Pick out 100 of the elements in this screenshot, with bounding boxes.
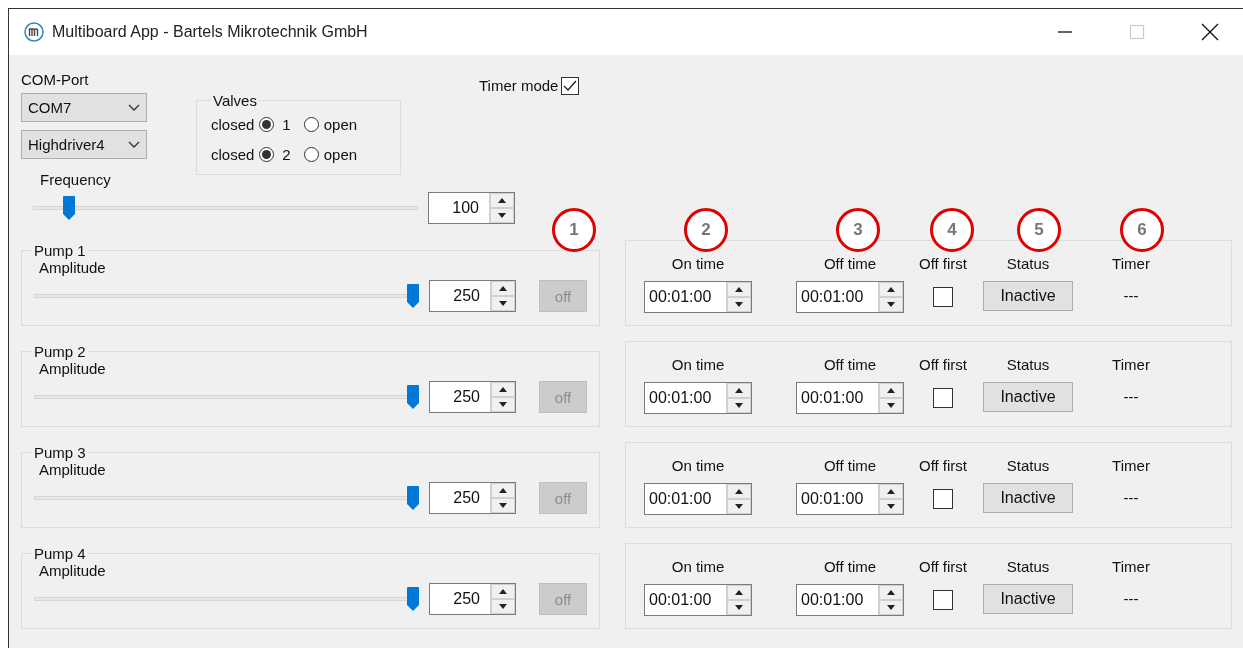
amplitude-label: Amplitude: [39, 562, 107, 581]
spin-up-button[interactable]: [879, 585, 903, 600]
spin-down-button[interactable]: [727, 499, 751, 514]
time-field[interactable]: 00:01:00: [644, 584, 752, 616]
spin-up-button[interactable]: [491, 483, 515, 498]
chevron-icon: [128, 103, 140, 112]
spin-down-button[interactable]: [879, 398, 903, 413]
off-first-checkbox[interactable]: [933, 287, 953, 307]
spin-down-button[interactable]: [879, 297, 903, 312]
number-field[interactable]: 250: [429, 280, 516, 312]
spin-up-button[interactable]: [727, 484, 751, 499]
off-first-checkbox[interactable]: [933, 489, 953, 509]
spin-down-button[interactable]: [879, 499, 903, 514]
spin-down-button[interactable]: [727, 297, 751, 312]
slider[interactable]: [33, 196, 418, 220]
group-label: Pump 2: [33, 343, 87, 360]
time-field[interactable]: 00:01:00: [644, 483, 752, 515]
time-field[interactable]: 00:01:00: [796, 483, 904, 515]
spin-down-button[interactable]: [727, 398, 751, 413]
spin-down-button[interactable]: [490, 208, 514, 223]
time-field[interactable]: 00:01:00: [796, 584, 904, 616]
driver-dropdown[interactable]: Highdriver4: [21, 130, 147, 159]
spin-down-button[interactable]: [727, 600, 751, 615]
spin-up-button[interactable]: [727, 585, 751, 600]
timer-mode-checkbox[interactable]: [561, 77, 580, 95]
off-first-label: Off first: [918, 558, 968, 577]
slider-thumb[interactable]: [407, 486, 419, 510]
slider[interactable]: [34, 486, 419, 510]
spin-down-button[interactable]: [491, 296, 515, 311]
callout-marker: 4: [930, 208, 974, 252]
spin-up-button[interactable]: [727, 282, 751, 297]
spin-up-button[interactable]: [491, 281, 515, 296]
time-field[interactable]: 00:01:00: [644, 382, 752, 414]
slider-thumb[interactable]: [407, 385, 419, 409]
spin-down-button[interactable]: [491, 599, 515, 614]
off-time-label: Off time: [823, 457, 877, 476]
slider[interactable]: [34, 587, 419, 611]
down-triangle-icon: [498, 213, 506, 218]
up-triangle-icon: [887, 287, 895, 292]
com-port-dropdown[interactable]: COM7: [21, 93, 147, 122]
down-triangle-icon: [887, 403, 895, 408]
timer-value: ---: [1123, 590, 1139, 607]
slider[interactable]: [34, 284, 419, 308]
app-logo-icon: [24, 22, 44, 42]
spin-up-button[interactable]: [491, 382, 515, 397]
spin-up-button[interactable]: [879, 383, 903, 398]
down-triangle-icon: [735, 605, 743, 610]
time-field[interactable]: 00:01:00: [796, 281, 904, 313]
slider[interactable]: [34, 385, 419, 409]
up-triangle-icon: [735, 590, 743, 595]
off-first-checkbox[interactable]: [933, 388, 953, 408]
status-button[interactable]: Inactive: [983, 281, 1073, 311]
off-first-label: Off first: [918, 255, 968, 274]
amplitude-label: Amplitude: [39, 259, 107, 278]
callout-marker: 2: [684, 208, 728, 252]
valve-number: 2: [282, 145, 291, 163]
spin-up-button[interactable]: [879, 282, 903, 297]
up-triangle-icon: [499, 488, 507, 493]
number-field[interactable]: 250: [429, 381, 516, 413]
status-button[interactable]: Inactive: [983, 382, 1073, 412]
slider-thumb[interactable]: [62, 196, 75, 220]
radio-label: open: [323, 115, 358, 133]
callout-marker: 5: [1017, 208, 1061, 252]
up-triangle-icon: [498, 198, 506, 203]
time-field[interactable]: 00:01:00: [644, 281, 752, 313]
close-icon[interactable]: [1201, 23, 1219, 41]
timer-mode-label: Timer mode: [479, 77, 559, 94]
radio-label: closed: [211, 115, 255, 133]
slider-thumb[interactable]: [407, 587, 419, 611]
spin-up-button[interactable]: [727, 383, 751, 398]
frequency-label: Frequency: [40, 171, 111, 190]
off-first-checkbox[interactable]: [933, 590, 953, 610]
spin-down-button[interactable]: [491, 498, 515, 513]
timer-value: ---: [1123, 388, 1139, 405]
spin-up-button[interactable]: [490, 193, 514, 208]
spin-down-button[interactable]: [491, 397, 515, 412]
number-field[interactable]: 100: [428, 192, 515, 224]
down-triangle-icon: [887, 302, 895, 307]
spin-down-button[interactable]: [879, 600, 903, 615]
number-field[interactable]: 250: [429, 583, 516, 615]
radio-button[interactable]: [303, 116, 319, 132]
radio-button[interactable]: [259, 116, 275, 132]
off-time-label: Off time: [823, 255, 877, 274]
timer-label: Timer: [1112, 255, 1150, 274]
radio-button[interactable]: [259, 146, 275, 162]
off-time-label: Off time: [823, 558, 877, 577]
off-time-label: Off time: [823, 356, 877, 375]
status-button[interactable]: Inactive: [983, 483, 1073, 513]
spin-up-button[interactable]: [879, 484, 903, 499]
slider-thumb[interactable]: [407, 284, 419, 308]
status-button[interactable]: Inactive: [983, 584, 1073, 614]
on-time-label: On time: [671, 558, 725, 577]
status-label: Status: [1006, 457, 1050, 476]
spin-up-button[interactable]: [491, 584, 515, 599]
com-port-label: COM-Port: [21, 71, 90, 90]
window-title: Multiboard App - Bartels Mikrotechnik GmbH: [52, 23, 368, 41]
time-field[interactable]: 00:01:00: [796, 382, 904, 414]
on-time-label: On time: [671, 255, 725, 274]
radio-button[interactable]: [303, 146, 319, 162]
number-field[interactable]: 250: [429, 482, 516, 514]
